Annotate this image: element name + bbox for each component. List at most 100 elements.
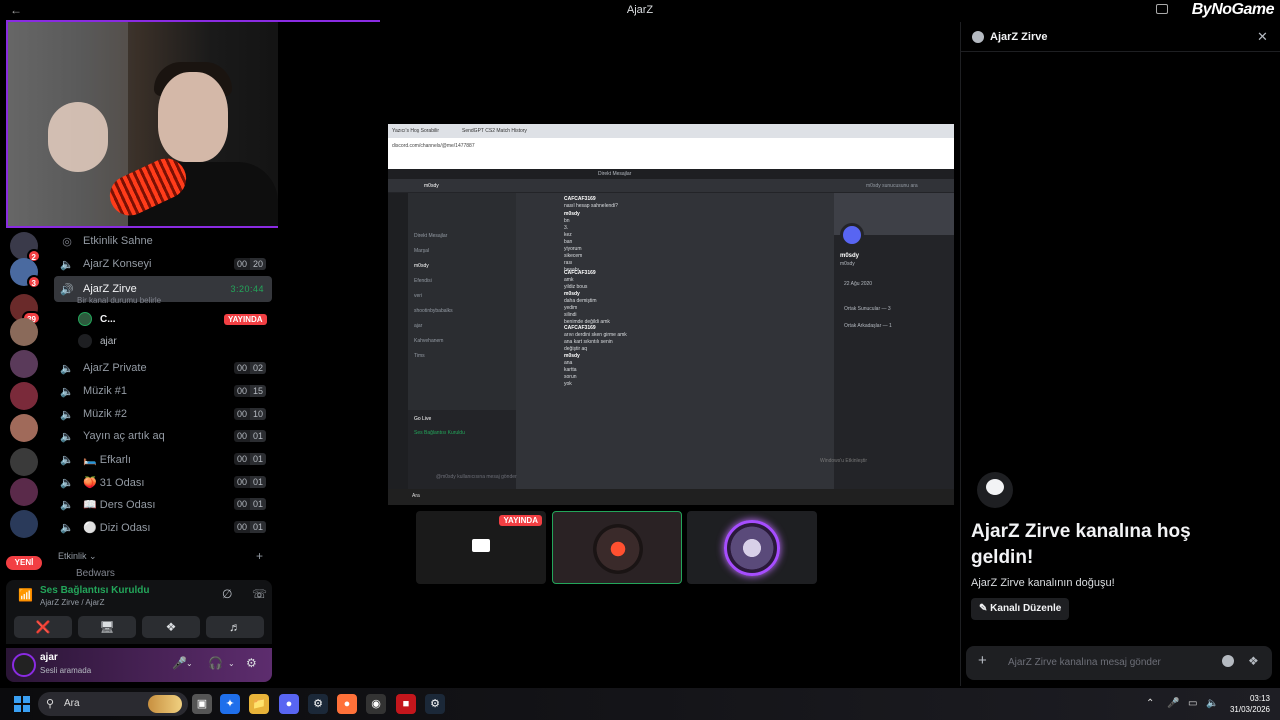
steam-icon[interactable]: ⚙ [308, 694, 328, 714]
copilot-icon[interactable]: ✦ [220, 694, 240, 714]
profile-handle: m0sdy [840, 261, 855, 267]
channel-item[interactable]: 🔈 AjarZ Konseyi 00 20 [54, 253, 272, 275]
user-limit: 00 01 [233, 521, 266, 533]
screen-share-button[interactable]: 🖥 [78, 616, 136, 638]
user-count: 00 [233, 362, 250, 374]
channel-name: Etkinlik Sahne [83, 235, 153, 247]
server-icon[interactable] [10, 414, 38, 442]
file-explorer-icon[interactable]: 📁 [249, 694, 269, 714]
chevron-down-icon: ⌄ [89, 551, 97, 561]
close-icon[interactable]: ✕ [1257, 29, 1268, 45]
disconnect-icon[interactable]: ☏ [252, 587, 267, 601]
voice-member[interactable]: C... [78, 310, 116, 328]
microphone-icon[interactable]: 🎤 [172, 656, 187, 670]
channel-name: Yayın aç artık aq [83, 430, 165, 442]
server-icon[interactable] [10, 318, 38, 346]
server-icon[interactable]: 2 [10, 232, 41, 263]
pencil-icon: ✎ [979, 603, 988, 614]
channel-item[interactable]: 🔈 🛏️ Efkarlı 00 01 [54, 448, 272, 470]
chat-bubble-icon [977, 472, 1013, 508]
tray-chevron-icon[interactable]: ⌃ [1146, 698, 1154, 709]
channel-item[interactable]: 🔈 🍑 31 Odası 00 01 [54, 471, 272, 493]
chrome-icon[interactable]: ◉ [366, 694, 386, 714]
voice-member[interactable]: ajar [78, 332, 117, 350]
taskbar-clock[interactable]: 03:13 31/03/2026 [1226, 693, 1270, 715]
settings-gear-icon[interactable]: ⚙ [246, 656, 257, 670]
noise-suppression-icon[interactable]: ∅ [222, 587, 232, 601]
profile-mutual-servers: Ortak Sunucular — 3 [844, 306, 891, 312]
server-icon[interactable] [10, 382, 38, 410]
camera-off-button[interactable]: ❌ [14, 616, 72, 638]
voice-status[interactable]: Ses Bağlantısı Kuruldu [40, 585, 149, 596]
inner-taskbar-search: Ara [412, 493, 420, 499]
windows-start-icon[interactable] [14, 696, 30, 712]
add-channel-icon[interactable]: + [256, 549, 263, 563]
message-composer[interactable]: + AjarZ Zirve kanalına mesaj gönder ❖ [966, 646, 1272, 680]
edit-channel-label: Kanalı Düzenle [990, 603, 1062, 614]
stream-tile-screen[interactable]: YAYINDA [416, 511, 546, 584]
activities-button[interactable]: ❖ [142, 616, 200, 638]
soundboard-button[interactable]: ♬ [206, 616, 264, 638]
firefox-icon[interactable]: ● [337, 694, 357, 714]
stream-tile-user[interactable] [687, 511, 817, 584]
inbox-icon[interactable] [1156, 4, 1168, 14]
server-icon[interactable] [10, 510, 38, 538]
new-badge: YENİ [6, 556, 42, 570]
user-panel: ajar Sesli aramada 🎤 ⌄ 🎧 ⌄ ⚙ [6, 648, 272, 682]
dm-list-item: ajar [414, 323, 423, 329]
channel-item[interactable]: 🔈 AjarZ Private 00 02 [54, 357, 272, 379]
server-icon[interactable]: 3 [10, 258, 41, 289]
plus-icon[interactable]: + [978, 652, 987, 669]
taskbar-search[interactable]: ⚲ Ara [38, 692, 188, 716]
user-limit: 00 01 [233, 430, 266, 442]
headphones-icon[interactable]: 🎧 [208, 656, 223, 670]
message-line: yiyorum [564, 246, 582, 253]
microphone-tray-icon[interactable]: 🎤 [1167, 698, 1179, 709]
bynogame-logo: ByNoGame [1191, 1, 1275, 18]
apps-icon[interactable]: ❖ [1248, 654, 1259, 668]
dm-message: m0sdy daha demiştim yedim silindi benimde de… [564, 291, 610, 326]
category-label[interactable]: Etkinlik ⌄ [58, 551, 97, 562]
stream-tile-camera[interactable] [552, 511, 682, 584]
server-icon[interactable] [10, 478, 38, 506]
network-icon[interactable]: ▭ [1188, 698, 1197, 709]
voice-location[interactable]: AjarZ Zirve / AjarZ [40, 598, 104, 607]
signal-icon[interactable]: 📶 [18, 588, 33, 602]
edit-channel-button[interactable]: ✎ Kanalı Düzenle [971, 598, 1070, 620]
channel-item[interactable]: 🔈 Yayın aç artık aq 00 01 [54, 425, 272, 447]
browser-tab: SendGPT CS2 Match History [462, 128, 527, 134]
channel-item[interactable]: 🔈 ⚪ Dizi Odası 00 01 [54, 516, 272, 538]
dm-list-item: Tims [414, 353, 425, 359]
shared-screen[interactable]: Yazıcı's Hoş Sorabilir SendGPT CS2 Match… [388, 124, 954, 505]
server-icon[interactable] [10, 448, 38, 476]
message-line: sikecem [564, 253, 583, 260]
message-author: CAFCAF3169 [564, 196, 596, 202]
channel-name: AjarZ Private [83, 362, 147, 374]
channel-item[interactable]: 🔈 Müzik #2 00 10 [54, 403, 272, 425]
volume-icon[interactable]: 🔈 [1206, 698, 1218, 709]
steam-icon-2[interactable]: ⚙ [425, 694, 445, 714]
speaker-icon: 🔈 [60, 258, 74, 271]
message-input[interactable]: AjarZ Zirve kanalına mesaj gönder [1008, 657, 1161, 668]
user-limit: 00 01 [233, 498, 266, 510]
channel-item[interactable]: ◎ Etkinlik Sahne [54, 230, 272, 252]
channel-partial[interactable]: Bedwars [76, 568, 115, 578]
chevron-down-icon[interactable]: ⌄ [186, 659, 193, 668]
dm-list-item: veri [414, 293, 423, 299]
red-app-icon[interactable]: ■ [396, 694, 416, 714]
user-max: 20 [249, 258, 266, 270]
discord-icon[interactable]: ● [279, 694, 299, 714]
emoji-icon[interactable] [1222, 655, 1234, 667]
channel-item[interactable]: 🔈 📖 Ders Odası 00 01 [54, 493, 272, 515]
message-line: arıvı derdini sken girme amk [564, 332, 627, 338]
task-view-icon[interactable]: ▣ [192, 694, 212, 714]
channel-status-placeholder[interactable]: Bir kanal durumu belirle [77, 296, 161, 305]
avatar [593, 524, 643, 574]
webcam-person-face [158, 72, 228, 162]
speaker-icon: 🔈 [60, 430, 74, 443]
channel-item[interactable]: 🔈 Müzik #1 00 15 [54, 380, 272, 402]
avatar[interactable] [12, 653, 36, 677]
server-icon[interactable] [10, 350, 38, 378]
inner-voice-status: Ses Bağlantısı Kuruldu [414, 430, 465, 436]
chevron-down-icon[interactable]: ⌄ [228, 659, 235, 668]
